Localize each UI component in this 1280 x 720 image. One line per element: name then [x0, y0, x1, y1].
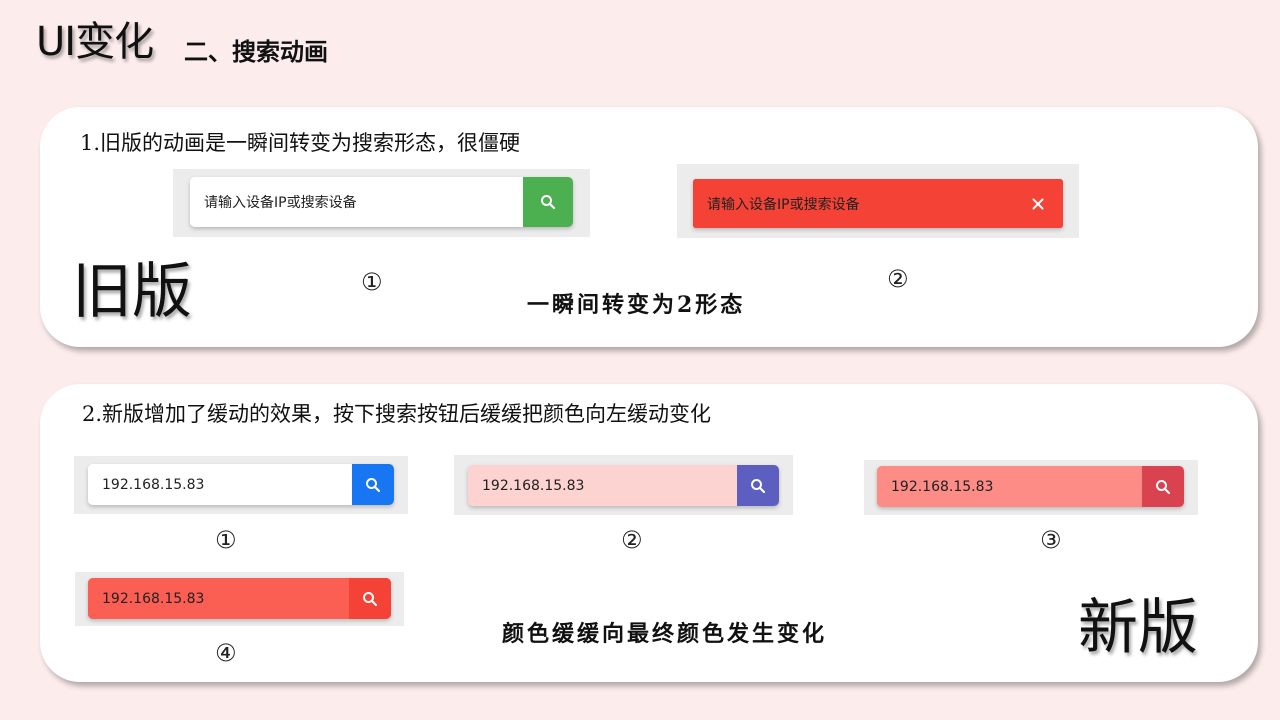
search-input[interactable]: 192.168.15.83 [877, 466, 1142, 507]
old-version-note: 1.旧版的动画是一瞬间转变为搜索形态，很僵硬 [80, 131, 521, 155]
new-state-1-search-bar: 192.168.15.83 [88, 464, 394, 505]
old-state-1-search-bar: 请输入设备IP或搜索设备 [190, 177, 573, 227]
search-input[interactable]: 192.168.15.83 [88, 464, 352, 505]
search-button[interactable] [523, 177, 573, 227]
search-button[interactable] [352, 464, 394, 505]
section-subtitle: 二、搜索动画 [184, 38, 328, 66]
search-icon [366, 477, 381, 492]
old-state-1-marker: ① [361, 268, 383, 296]
search-icon [363, 591, 378, 606]
new-state-2-search-bar: 192.168.15.83 [468, 465, 779, 506]
new-version-caption: 颜色缓缓向最终颜色发生变化 [502, 621, 828, 647]
close-icon [1032, 198, 1044, 209]
old-version-label: 旧版 [72, 257, 192, 327]
new-version-note: 2.新版增加了缓动的效果，按下搜索按钮后缓缓把颜色向左缓动变化 [82, 402, 712, 426]
search-icon [751, 478, 766, 493]
search-button[interactable] [1142, 466, 1184, 507]
search-icon [1156, 479, 1171, 494]
new-state-1-marker: ① [215, 526, 237, 554]
new-state-2-marker: ② [621, 526, 643, 554]
close-button[interactable] [1013, 179, 1063, 228]
search-input[interactable]: 192.168.15.83 [468, 465, 737, 506]
old-version-caption: 一瞬间转变为2形态 [527, 292, 746, 318]
search-button[interactable] [349, 578, 391, 619]
old-state-2-marker: ② [887, 265, 909, 293]
new-state-3-search-bar: 192.168.15.83 [877, 466, 1184, 507]
search-button[interactable] [737, 465, 779, 506]
search-input[interactable]: 请输入设备IP或搜索设备 [190, 177, 523, 227]
new-version-label: 新版 [1078, 593, 1198, 663]
new-state-4-search-bar: 192.168.15.83 [88, 578, 391, 619]
search-icon [541, 195, 556, 210]
new-state-3-marker: ③ [1040, 526, 1062, 554]
old-state-2-search-bar: 请输入设备IP或搜索设备 [693, 179, 1063, 228]
new-state-4-marker: ④ [215, 639, 237, 667]
page-title: UI变化 [36, 19, 154, 65]
search-input[interactable]: 192.168.15.83 [88, 578, 349, 619]
search-input[interactable]: 请输入设备IP或搜索设备 [693, 179, 1013, 228]
